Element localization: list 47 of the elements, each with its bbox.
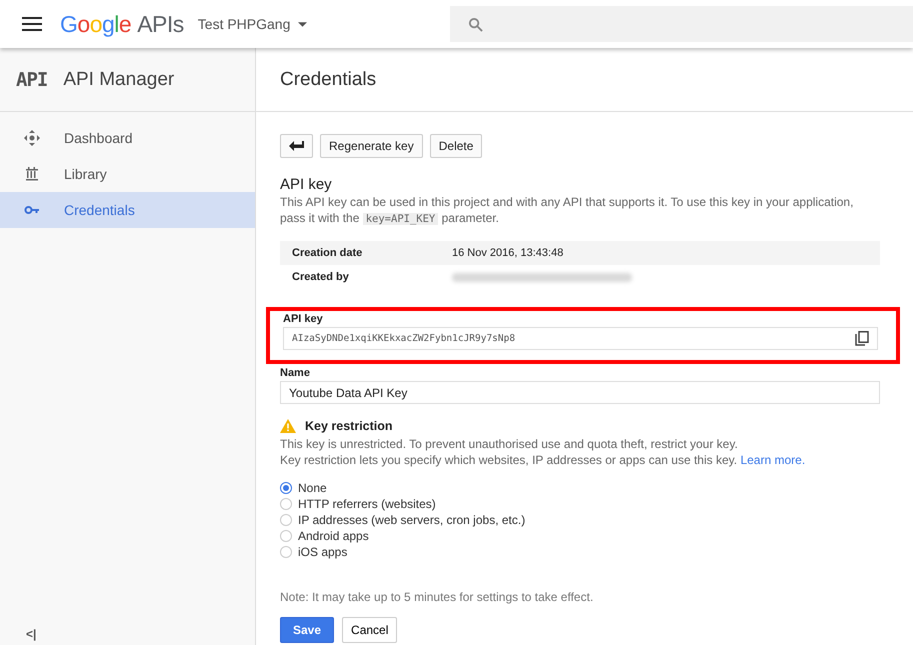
page-title: Credentials <box>280 68 376 90</box>
move-arrows-icon <box>24 130 40 146</box>
toolbar-button[interactable]: Delete <box>430 134 482 158</box>
radio-label[interactable]: None <box>298 481 327 495</box>
sidebar-item[interactable]: Library <box>0 156 255 192</box>
warning-icon <box>280 419 296 433</box>
back-button[interactable] <box>280 134 313 158</box>
radio-button[interactable] <box>280 482 292 494</box>
search-field[interactable] <box>450 6 913 42</box>
search-icon <box>468 16 483 32</box>
cancel-button[interactable]: Cancel <box>342 617 398 643</box>
project-selector[interactable]: Test PHPGang <box>198 16 308 32</box>
google-apis-logo[interactable]: Google APIs <box>60 10 184 38</box>
detail-value: 16 Nov 2016, 13:43:48 <box>452 247 564 259</box>
collapse-toggle[interactable]: <| <box>0 627 255 643</box>
copy-icon[interactable] <box>855 331 869 346</box>
save-button[interactable]: Save <box>280 617 334 643</box>
field-label: API key <box>283 313 324 325</box>
radio-label[interactable]: HTTP referrers (websites) <box>298 497 436 511</box>
radio-label[interactable]: IP addresses (web servers, cron jobs, etc.) <box>298 513 526 527</box>
restriction-text: Key restriction lets you specify which websites, IP addresses or apps can use this key. <box>280 453 738 467</box>
back-arrow-icon <box>289 141 304 151</box>
radio-button[interactable] <box>280 514 292 526</box>
sidebar-title: API Manager <box>63 68 174 90</box>
radio-button[interactable] <box>280 546 292 558</box>
menu-icon[interactable] <box>22 17 42 31</box>
toolbar-button[interactable]: Regenerate key <box>320 134 423 158</box>
api-key-field[interactable]: AIzaSyDNDe1xqiKKEkxacZW2Fybn1cJR9y7sNp8 <box>283 327 878 350</box>
radio-button[interactable] <box>280 498 292 510</box>
description-text: This API key can be used in this project and with any API that supports it. To use this key in your application, pass it with the key=API_KEY parameter. <box>280 194 854 227</box>
columns-icon <box>24 166 40 182</box>
detail-label: Created by <box>292 271 350 283</box>
restriction-text: This key is unrestricted. To prevent unauthorised use and quota theft, restrict your key. <box>280 436 739 452</box>
section-title: API key <box>280 176 333 193</box>
learn-more-link[interactable]: Learn more. <box>740 453 806 467</box>
api-logo: API <box>16 68 48 90</box>
sidebar-item[interactable]: Credentials <box>0 192 255 228</box>
restriction-title: Key restriction <box>305 419 393 433</box>
note-text: Note: It may take up to 5 minutes for settings to take effect. <box>280 590 594 604</box>
radio-label[interactable]: Android apps <box>298 529 369 543</box>
caret-icon <box>298 22 308 26</box>
radio-label[interactable]: iOS apps <box>298 545 348 559</box>
sidebar-item[interactable]: Dashboard <box>0 120 255 156</box>
detail-label: Creation date <box>292 247 364 259</box>
radio-button[interactable] <box>280 530 292 542</box>
name-field[interactable]: Youtube Data API Key <box>280 381 880 404</box>
field-label: Name <box>280 367 311 379</box>
